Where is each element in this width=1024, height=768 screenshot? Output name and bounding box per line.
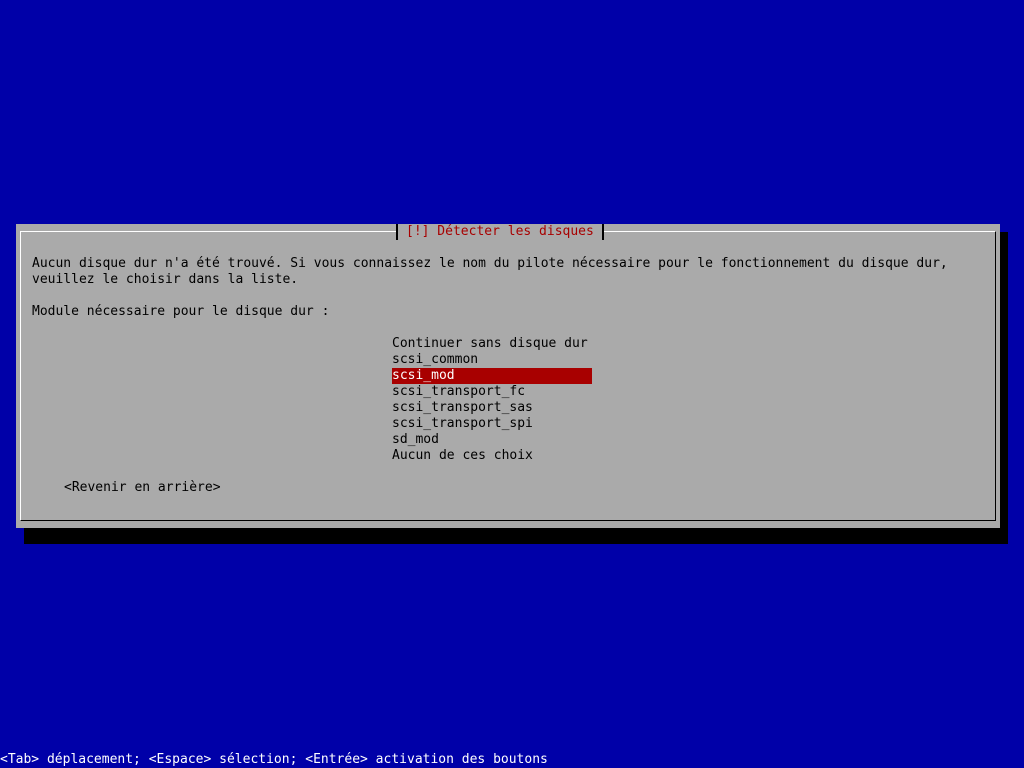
list-item-scsi-common[interactable]: scsi_common [392, 352, 592, 368]
dialog-title: [!] Détecter les disques [396, 224, 604, 240]
installer-screen: [!] Détecter les disques Aucun disque du… [0, 0, 1024, 768]
detect-disks-dialog: [!] Détecter les disques Aucun disque du… [16, 224, 1000, 528]
list-item-scsi-mod[interactable]: scsi_mod [392, 368, 592, 384]
module-list[interactable]: Continuer sans disque dur scsi_common sc… [392, 336, 592, 464]
list-item-sd-mod[interactable]: sd_mod [392, 432, 592, 448]
go-back-button[interactable]: <Revenir en arrière> [64, 480, 221, 496]
module-prompt: Module nécessaire pour le disque dur : [32, 304, 330, 319]
list-item-scsi-transport-fc[interactable]: scsi_transport_fc [392, 384, 592, 400]
message-line-1: Aucun disque dur n'a été trouvé. Si vous… [32, 256, 948, 271]
keyboard-help-bar: <Tab> déplacement; <Espace> sélection; <… [0, 752, 548, 767]
list-item-none-of-these[interactable]: Aucun de ces choix [392, 448, 592, 464]
list-item-scsi-transport-sas[interactable]: scsi_transport_sas [392, 400, 592, 416]
message-line-2: veuillez le choisir dans la liste. [32, 272, 299, 287]
list-item-scsi-transport-spi[interactable]: scsi_transport_spi [392, 416, 592, 432]
list-item-continue-without-disk[interactable]: Continuer sans disque dur [392, 336, 592, 352]
